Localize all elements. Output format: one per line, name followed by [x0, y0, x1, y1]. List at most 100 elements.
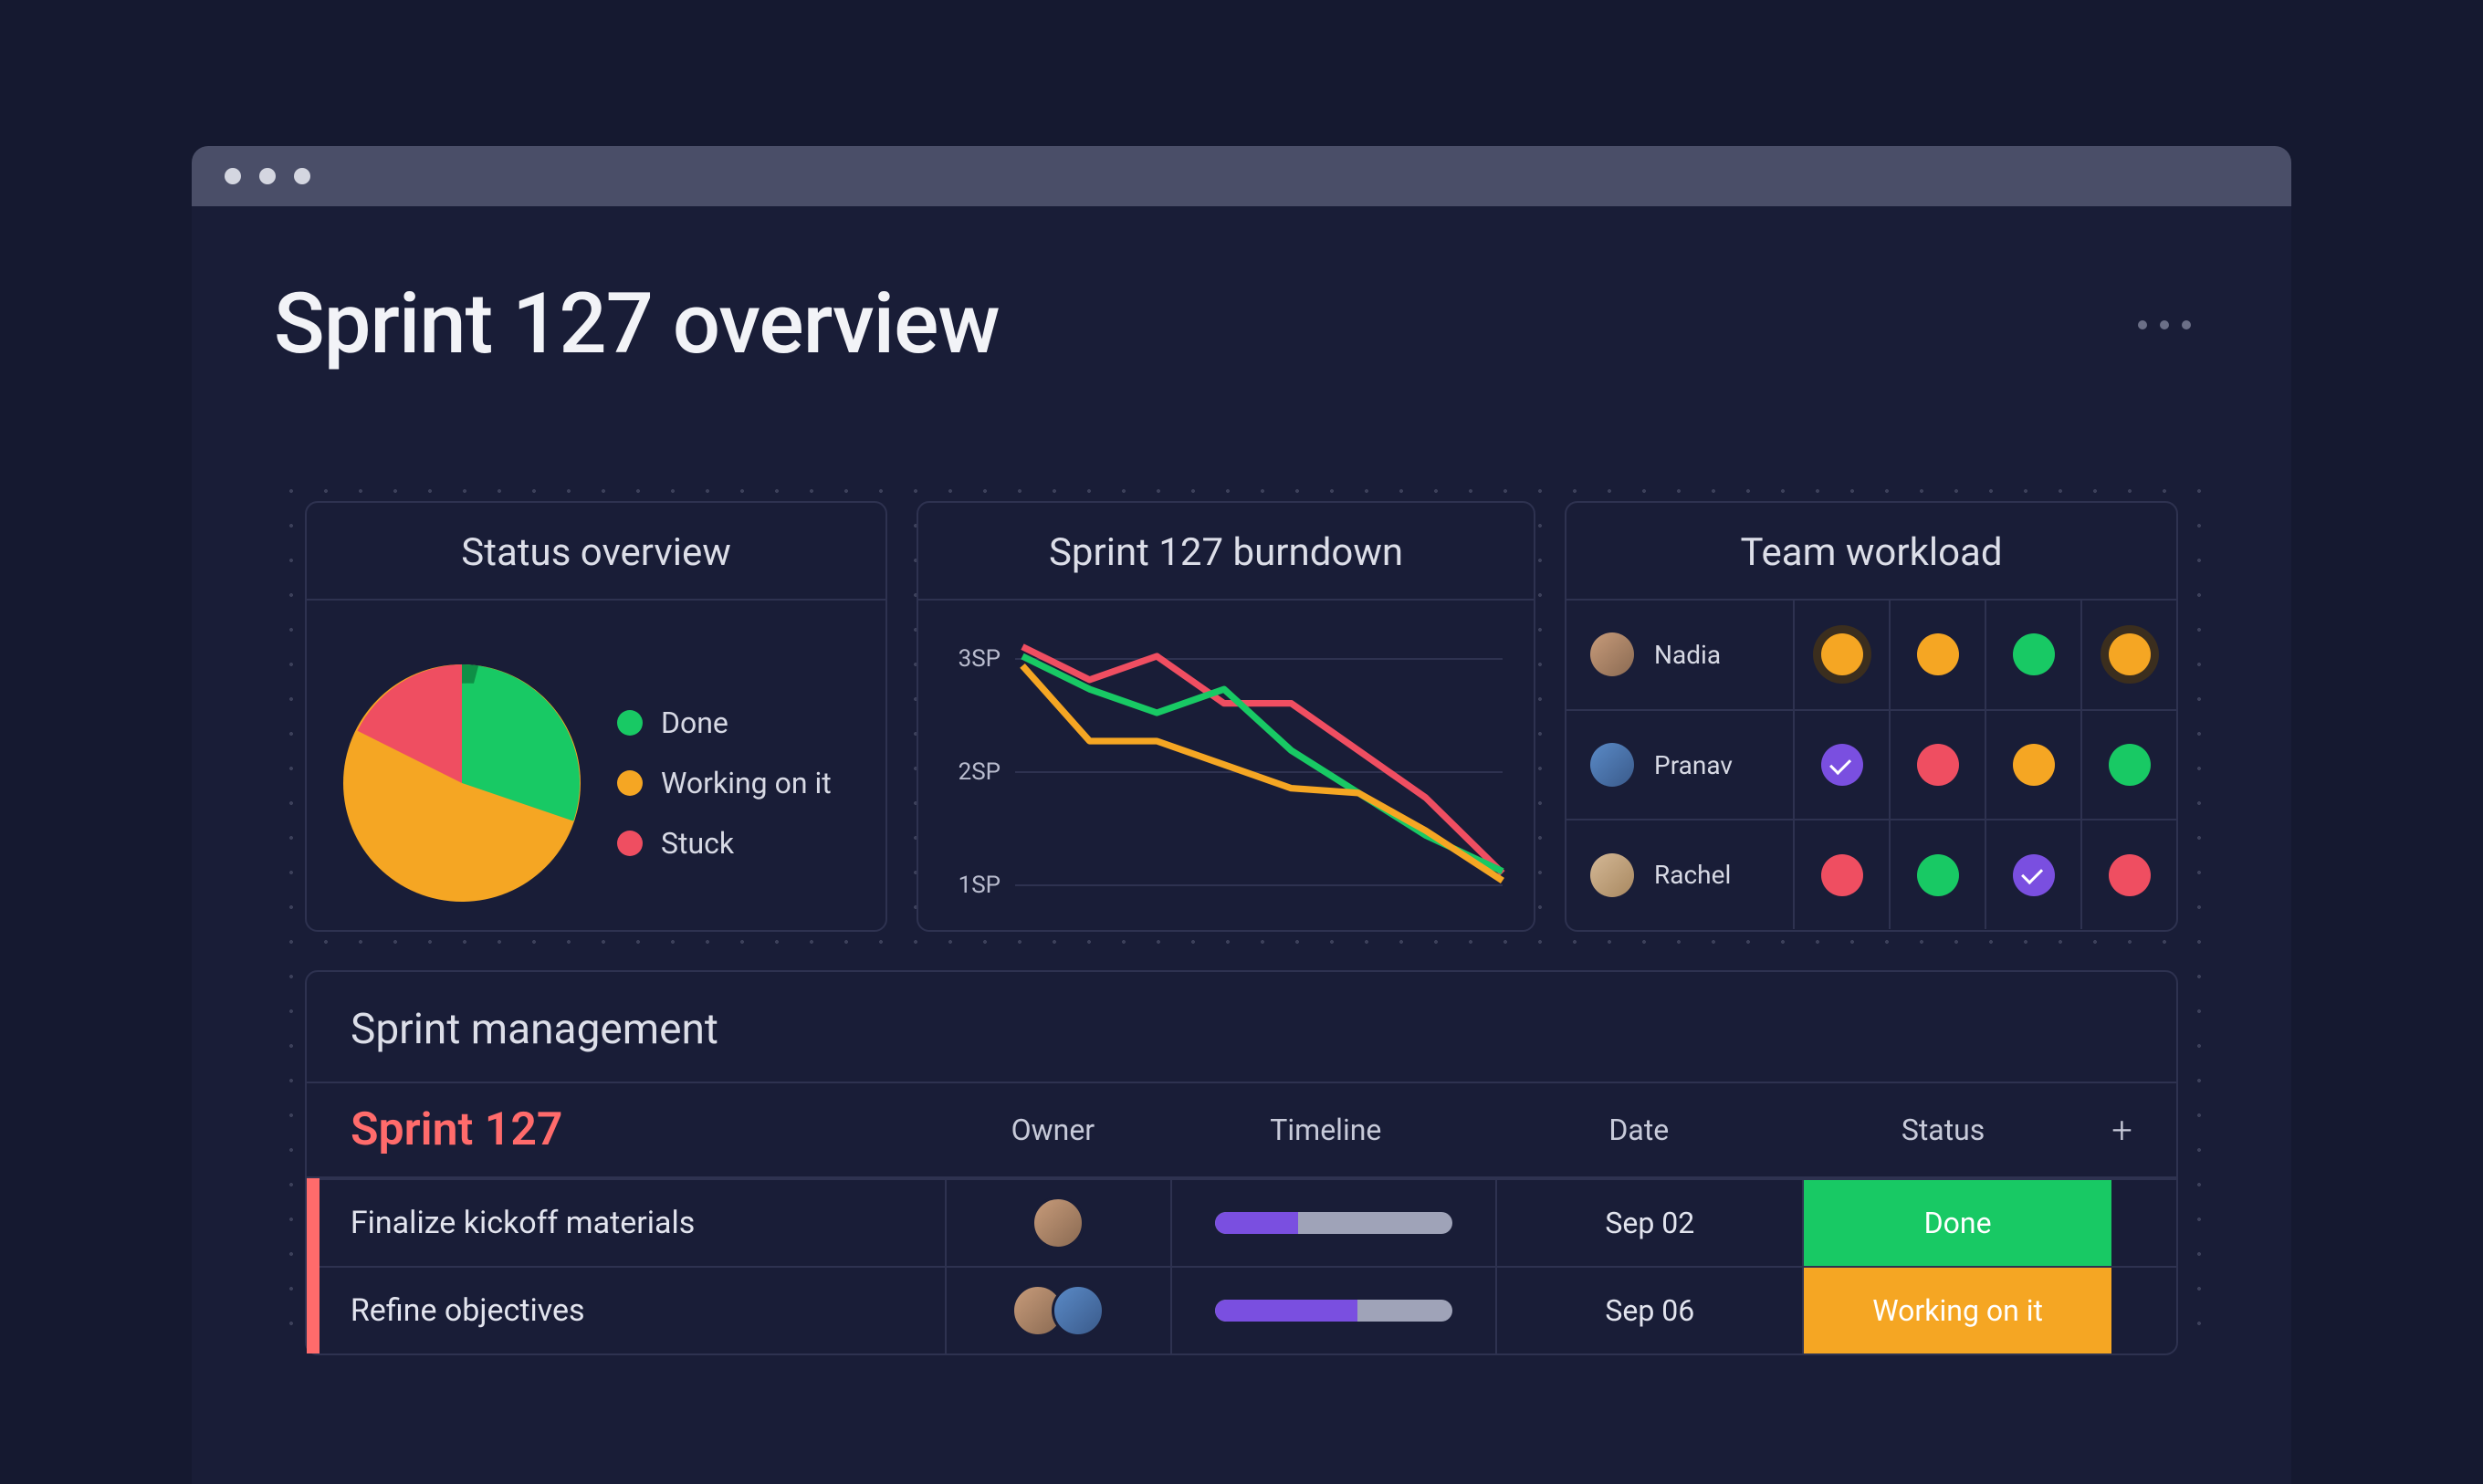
workload-row: Pranav: [1566, 711, 2176, 821]
workload-cell[interactable]: [1891, 601, 1986, 709]
workload-person[interactable]: Pranav: [1566, 711, 1795, 820]
task-name: Finalize kickoff materials: [351, 1205, 696, 1241]
legend-item-working: Working on it: [617, 766, 832, 800]
workload-cell[interactable]: [1891, 711, 1986, 820]
burndown-body: 3SP 2SP 1SP: [918, 599, 1534, 929]
column-header-timeline[interactable]: Timeline: [1165, 1113, 1487, 1147]
task-owner-cell[interactable]: [947, 1178, 1172, 1266]
status-dot-icon: [2109, 854, 2151, 896]
burndown-lines: [1022, 628, 1503, 911]
column-header-owner[interactable]: Owner: [941, 1113, 1165, 1147]
person-name: Nadia: [1654, 640, 1721, 670]
window-control-close[interactable]: [225, 168, 241, 184]
status-dot-icon: [1917, 854, 1959, 896]
task-date-cell[interactable]: Sep 02: [1497, 1178, 1804, 1266]
team-workload-card[interactable]: Team workload Nadia: [1565, 501, 2178, 932]
status-dot-icon: [2013, 744, 2055, 786]
dashboard-grid: Status overview: [274, 474, 2209, 1355]
task-owner-cell[interactable]: [947, 1266, 1172, 1353]
workload-cell[interactable]: [1795, 711, 1891, 820]
status-dot-icon: [2109, 633, 2151, 675]
add-column-button[interactable]: +: [2095, 1109, 2149, 1152]
workload-row: Rachel: [1566, 820, 2176, 929]
avatar: [1590, 632, 1634, 676]
page-header: Sprint 127 overview: [274, 276, 2209, 373]
workload-cell[interactable]: [1891, 820, 1986, 929]
legend-item-stuck: Stuck: [617, 826, 832, 861]
task-timeline-cell[interactable]: [1172, 1266, 1497, 1353]
avatar: [1032, 1197, 1084, 1249]
burndown-card[interactable]: Sprint 127 burndown 3SP 2SP 1SP: [917, 501, 1535, 932]
page-content: Sprint 127 overview Status overview: [192, 206, 2291, 1484]
y-tick: 2SP: [949, 758, 1001, 786]
progress-fill: [1215, 1212, 1298, 1234]
avatar: [1052, 1284, 1105, 1337]
progress-bar: [1215, 1212, 1452, 1234]
status-dot-icon: [1821, 633, 1863, 675]
check-icon: [2013, 854, 2055, 896]
person-name: Rachel: [1654, 860, 1731, 890]
status-dot-icon: [1917, 744, 1959, 786]
sprint-group-label[interactable]: Sprint 127: [351, 1103, 941, 1156]
window-control-maximize[interactable]: [294, 168, 310, 184]
progress-bar: [1215, 1300, 1452, 1322]
card-title: Status overview: [307, 503, 885, 599]
row-spacer: [2111, 1266, 2176, 1353]
workload-cell[interactable]: [2082, 601, 2176, 709]
workload-cell[interactable]: [2082, 820, 2176, 929]
legend-label: Stuck: [661, 826, 734, 861]
burndown-chart: 3SP 2SP 1SP: [949, 628, 1503, 911]
workload-cell[interactable]: [2082, 711, 2176, 820]
workload-person[interactable]: Rachel: [1566, 820, 1795, 929]
sprint-management-card: Sprint management Sprint 127 Owner Timel…: [305, 970, 2178, 1355]
task-status-cell[interactable]: Done: [1804, 1178, 2111, 1266]
workload-cell[interactable]: [1795, 820, 1891, 929]
legend-swatch: [617, 831, 643, 856]
avatar: [1590, 853, 1634, 897]
workload-row: Nadia: [1566, 601, 2176, 711]
task-date: Sep 06: [1605, 1293, 1694, 1328]
column-header-date[interactable]: Date: [1487, 1113, 1791, 1147]
avatar: [1590, 743, 1634, 787]
workload-body: Nadia Pranav: [1566, 599, 2176, 929]
status-overview-card[interactable]: Status overview: [305, 501, 887, 932]
workload-cell[interactable]: [1986, 820, 2082, 929]
status-label: Done: [1924, 1206, 1992, 1240]
legend-label: Done: [661, 705, 728, 740]
legend-swatch: [617, 770, 643, 796]
status-body: Done Working on it Stuck: [307, 599, 885, 929]
task-status-cell[interactable]: Working on it: [1804, 1266, 2111, 1353]
cards-row: Status overview: [305, 501, 2178, 932]
column-header-status[interactable]: Status: [1791, 1113, 2095, 1147]
more-menu-button[interactable]: [2138, 320, 2209, 329]
status-dot-icon: [2013, 633, 2055, 675]
table-header: Sprint 127 Owner Timeline Date Status +: [307, 1083, 2176, 1178]
workload-cell[interactable]: [1986, 711, 2082, 820]
task-name: Refine objectives: [351, 1292, 585, 1329]
dots-icon: [2160, 320, 2169, 329]
window-control-minimize[interactable]: [259, 168, 276, 184]
task-date-cell[interactable]: Sep 06: [1497, 1266, 1804, 1353]
card-title: Team workload: [1566, 503, 2176, 599]
task-name-cell[interactable]: Finalize kickoff materials: [320, 1178, 947, 1266]
legend-swatch: [617, 710, 643, 736]
table-row[interactable]: Refine objectives Sep 06 Working on it: [307, 1266, 2176, 1353]
row-spacer: [2111, 1178, 2176, 1266]
window-titlebar: [192, 146, 2291, 206]
dots-icon: [2138, 320, 2147, 329]
status-dot-icon: [1821, 854, 1863, 896]
progress-fill: [1215, 1300, 1357, 1322]
table-row[interactable]: Finalize kickoff materials Sep 02 Done: [307, 1178, 2176, 1266]
app-window: Sprint 127 overview Status overview: [192, 146, 2291, 1484]
person-name: Pranav: [1654, 750, 1733, 780]
status-label: Working on it: [1872, 1293, 2043, 1328]
status-legend: Done Working on it Stuck: [617, 705, 832, 861]
check-icon: [1821, 744, 1863, 786]
row-stripe: [307, 1266, 320, 1353]
workload-person[interactable]: Nadia: [1566, 601, 1795, 709]
workload-cell[interactable]: [1986, 601, 2082, 709]
workload-cell[interactable]: [1795, 601, 1891, 709]
task-timeline-cell[interactable]: [1172, 1178, 1497, 1266]
y-tick: 1SP: [949, 872, 1001, 899]
task-name-cell[interactable]: Refine objectives: [320, 1266, 947, 1353]
